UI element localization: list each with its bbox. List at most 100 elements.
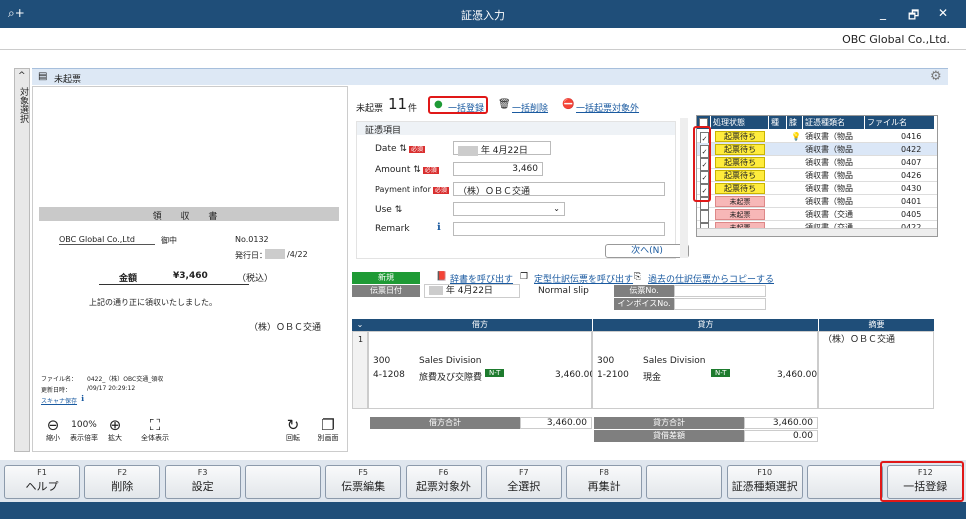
window-title: 証憑入力 (461, 9, 505, 22)
credit-code: 300 (597, 356, 615, 366)
grid-row[interactable]: ✓ 起票待ち 💡 領収書（物品 0416 (697, 130, 937, 145)
required-badge: 必須 (408, 146, 425, 153)
function-key-bar: F1 ヘルプ F2 削除 F3 設定 F5 伝票編集 F6 起票対象外 F7 全選択 F8 再集計 F10 証… (0, 460, 966, 502)
zoom-rate[interactable]: 100% 表示倍率 (67, 417, 101, 443)
receipt-title: 領 収 書 (39, 207, 339, 222)
row-file: 0430 (901, 184, 922, 193)
receipt-no: No.0132 (235, 235, 269, 244)
slip-no-input[interactable] (674, 285, 766, 297)
gear-icon[interactable]: ⚙ (930, 69, 942, 84)
grid-header-4[interactable]: ファイル名 (865, 116, 935, 129)
minus-circle-icon: ⊖ (46, 416, 60, 434)
required-badge: 必須 (432, 187, 449, 194)
masked-year (265, 249, 285, 259)
copy-past-link[interactable]: 過去の仕訳伝票からコピーする (648, 272, 774, 285)
date-input[interactable]: 年 4月22日 (453, 141, 551, 156)
fkey-f8[interactable]: F8 再集計 (566, 465, 643, 499)
grid-hscrollbar[interactable] (697, 228, 937, 236)
scanner-link[interactable]: スキャナ保存 (41, 396, 77, 405)
debit-tax-tag: N-T (485, 369, 505, 377)
fkey-f3[interactable]: F3 設定 (164, 465, 241, 499)
other-window-button[interactable]: ❐ 別画面 (313, 417, 343, 443)
row-file: 0405 (901, 210, 922, 219)
summary-label: 未起票 (356, 104, 384, 114)
fkey-empty[interactable] (244, 465, 321, 499)
bulk-delete-link[interactable]: 一括削除 (512, 101, 548, 114)
credit-total: 3,460.00 (744, 417, 818, 429)
swap-icon: ⇅ (394, 205, 403, 215)
use-select[interactable]: ⌄ (453, 202, 565, 216)
rotate-button[interactable]: ↻ 回転 (281, 417, 305, 443)
info-icon[interactable]: ℹ (437, 222, 441, 233)
debit-dept: Sales Division (419, 356, 482, 366)
payment-input[interactable]: （株）ＯＢＣ交通 (453, 182, 665, 197)
file-label: ファイル名： (41, 376, 78, 383)
close-button[interactable]: ✕ (938, 6, 948, 20)
grid-header-0[interactable]: 処理状態 (711, 116, 769, 129)
next-button[interactable]: 次へ(N) (605, 244, 689, 258)
minimize-button[interactable]: _ (880, 6, 886, 20)
zoom-in-label: 拡大 (108, 434, 122, 442)
grid-row[interactable]: 未起票 領収書（交通 0405 (697, 208, 937, 223)
row-file: 0422 (901, 145, 922, 154)
grid-header-2[interactable]: 膝 (787, 116, 803, 129)
grid-row[interactable]: ✓ 起票待ち 領収書（物品 0407 (697, 156, 937, 171)
row-type: 領収書（物品 (805, 184, 853, 193)
row-type: 領収書（物品 (805, 171, 853, 180)
chevron-up-icon: ^ (18, 71, 26, 81)
slip-date-label: 伝票日付 (352, 285, 420, 297)
grid-header-3[interactable]: 証憑種類名 (803, 116, 865, 129)
grid-row[interactable]: 未起票 領収書（物品 0401 (697, 195, 937, 210)
amount-input[interactable]: 3,460 (453, 162, 543, 176)
swap-icon: ⇅ (399, 144, 407, 154)
zoom-in-button[interactable]: ⊕ 拡大 (103, 417, 127, 443)
highlight-bulk-register (428, 96, 488, 114)
required-badge: 必須 (422, 167, 439, 174)
grid-header-1[interactable]: 種 (769, 116, 787, 129)
dictionary-link[interactable]: 辞書を呼び出す (450, 272, 513, 285)
trash-icon: 🗑 (498, 99, 511, 110)
fkey-label: 証憑種類選択 (731, 480, 798, 493)
fixed-slip-link[interactable]: 定型仕訳伝票を呼び出す (534, 272, 633, 285)
fkey-f7[interactable]: F7 全選択 (485, 465, 562, 499)
fkey-empty[interactable] (646, 465, 723, 499)
zoom-out-button[interactable]: ⊖ 縮小 (41, 417, 65, 443)
highlight-checkboxes (693, 126, 711, 202)
memo-text: （株）ＯＢＣ交通 (823, 335, 896, 345)
remark-input[interactable] (453, 222, 665, 236)
date-label: Date ⇅ 必須 (375, 144, 425, 154)
credit-account-code: 1-2100 (597, 370, 629, 380)
fit-button[interactable]: ⛶ 全体表示 (135, 417, 175, 443)
grid-row[interactable]: ✓ 起票待ち 領収書（物品 0430 (697, 182, 937, 197)
grid-row[interactable]: ✓ 起票待ち 領収書（物品 0426 (697, 169, 937, 184)
fkey-empty[interactable] (807, 465, 883, 499)
credit-cell[interactable]: 300 Sales Division 1-2100 現金 N-T 3,460.0… (592, 331, 818, 409)
fkey-f5[interactable]: F5 伝票編集 (325, 465, 402, 499)
debit-cell[interactable]: 300 Sales Division 4-1208 旅費及び交際費 N-T 3,… (368, 331, 595, 409)
restore-button[interactable]: 🗗 (908, 6, 919, 27)
invoice-input[interactable] (674, 298, 766, 310)
receipt-honorific: 御中 (161, 236, 177, 245)
bulk-exclude-link[interactable]: 一括起票対象外 (576, 101, 639, 114)
fkey-f10[interactable]: F10 証憑種類選択 (726, 465, 803, 499)
side-tab-target-select[interactable]: ^ 対象選択 (14, 68, 30, 452)
form-scrollbar[interactable] (680, 118, 688, 258)
row-kind (771, 169, 785, 182)
info-icon[interactable]: ℹ (81, 394, 84, 403)
new-badge: 新規 (352, 272, 420, 284)
fkey-label: ヘルプ (25, 480, 59, 493)
credit-dept: Sales Division (643, 356, 706, 366)
debit-total-label: 借方合計 (370, 417, 520, 429)
row-status: 未起票 (715, 196, 765, 207)
fkey-f6[interactable]: F6 起票対象外 (405, 465, 482, 499)
row-kind (771, 156, 785, 169)
slip-date-input[interactable]: 年 4月22日 (424, 284, 520, 298)
fkey-f1[interactable]: F1 ヘルプ (4, 465, 80, 499)
collapse-icon[interactable]: ⌄ (352, 319, 368, 331)
status-bar (0, 502, 966, 519)
memo-cell[interactable]: （株）ＯＢＣ交通 (818, 331, 934, 409)
rotate-icon: ↻ (286, 416, 300, 434)
row-kind (771, 182, 785, 195)
grid-row[interactable]: ✓ 起票待ち 領収書（物品 0422 (697, 143, 937, 158)
fkey-f2[interactable]: F2 削除 (84, 465, 161, 499)
